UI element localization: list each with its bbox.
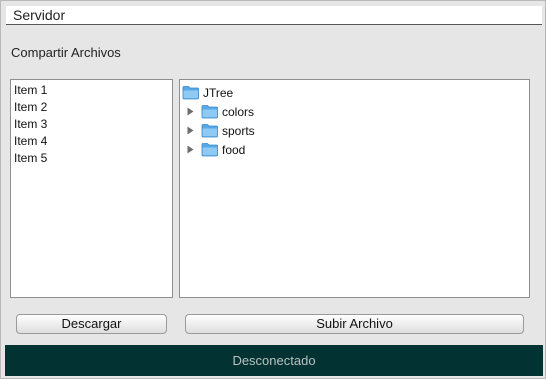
tree-node-label: sports	[222, 123, 255, 138]
expand-arrow-icon[interactable]	[186, 102, 195, 121]
expand-arrow-icon[interactable]	[186, 121, 195, 140]
tree-node-label: food	[222, 142, 246, 157]
folder-icon	[201, 104, 219, 119]
tree-node-label: JTree	[203, 85, 234, 100]
list-item[interactable]: Item 1	[14, 82, 169, 99]
tree-node-food[interactable]: food	[180, 140, 529, 159]
list-item[interactable]: Item 4	[14, 133, 169, 150]
folder-icon	[201, 142, 219, 157]
list-item[interactable]: Item 2	[14, 99, 169, 116]
connection-status-text: Desconectado	[232, 353, 316, 368]
download-button[interactable]: Descargar	[16, 314, 167, 334]
share-files-label: Compartir Archivos	[11, 45, 121, 60]
connection-status-bar: Desconectado	[5, 345, 543, 376]
list-item[interactable]: Item 3	[14, 116, 169, 133]
folder-open-icon	[182, 85, 200, 100]
tree-node-root[interactable]: JTree	[180, 83, 529, 102]
folder-icon	[201, 123, 219, 138]
file-list[interactable]: Item 1 Item 2 Item 3 Item 4 Item 5	[10, 79, 173, 298]
tree-node-label: colors	[222, 104, 255, 119]
expand-arrow-icon[interactable]	[186, 140, 195, 159]
tree-node-sports[interactable]: sports	[180, 121, 529, 140]
upload-file-button[interactable]: Subir Archivo	[185, 314, 524, 334]
server-window: Servidor Compartir Archivos Item 1 Item …	[0, 0, 546, 379]
file-tree[interactable]: JTree colors sports food	[179, 79, 530, 298]
tree-node-colors[interactable]: colors	[180, 102, 529, 121]
list-item[interactable]: Item 5	[14, 150, 169, 167]
server-title-field: Servidor	[6, 6, 542, 25]
